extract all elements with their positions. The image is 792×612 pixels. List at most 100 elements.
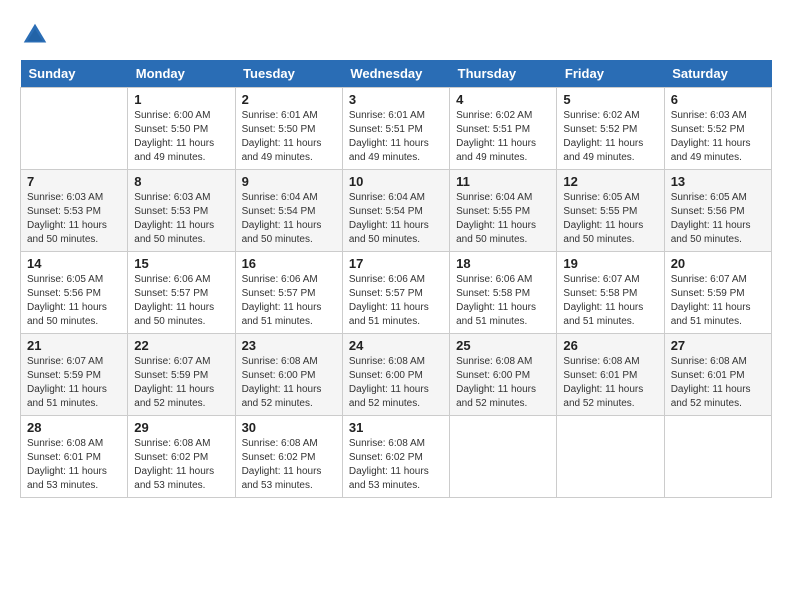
calendar-cell [21, 88, 128, 170]
day-info: Sunrise: 6:04 AMSunset: 5:54 PMDaylight:… [349, 191, 443, 247]
day-number: 23 [242, 338, 336, 353]
week-row-1: 1 Sunrise: 6:00 AMSunset: 5:50 PMDaylight… [21, 88, 772, 170]
calendar-cell: 6 Sunrise: 6:03 AMSunset: 5:52 PMDaylight… [664, 88, 771, 170]
day-info: Sunrise: 6:08 AMSunset: 6:00 PMDaylight:… [349, 355, 443, 411]
day-number: 21 [27, 338, 121, 353]
day-info: Sunrise: 6:08 AMSunset: 6:00 PMDaylight:… [456, 355, 550, 411]
calendar-cell: 24 Sunrise: 6:08 AMSunset: 6:00 PMDayligh… [342, 334, 449, 416]
header-saturday: Saturday [664, 60, 771, 88]
calendar-cell: 19 Sunrise: 6:07 AMSunset: 5:58 PMDayligh… [557, 252, 664, 334]
day-info: Sunrise: 6:01 AMSunset: 5:51 PMDaylight:… [349, 109, 443, 165]
header-tuesday: Tuesday [235, 60, 342, 88]
header-thursday: Thursday [450, 60, 557, 88]
calendar-cell: 4 Sunrise: 6:02 AMSunset: 5:51 PMDaylight… [450, 88, 557, 170]
day-info: Sunrise: 6:03 AMSunset: 5:53 PMDaylight:… [134, 191, 228, 247]
day-number: 26 [563, 338, 657, 353]
calendar-cell: 9 Sunrise: 6:04 AMSunset: 5:54 PMDaylight… [235, 170, 342, 252]
day-number: 15 [134, 256, 228, 271]
day-number: 1 [134, 92, 228, 107]
calendar-cell: 30 Sunrise: 6:08 AMSunset: 6:02 PMDayligh… [235, 416, 342, 498]
logo [20, 20, 54, 50]
day-info: Sunrise: 6:07 AMSunset: 5:59 PMDaylight:… [27, 355, 121, 411]
calendar-cell: 11 Sunrise: 6:04 AMSunset: 5:55 PMDayligh… [450, 170, 557, 252]
day-info: Sunrise: 6:04 AMSunset: 5:55 PMDaylight:… [456, 191, 550, 247]
day-number: 11 [456, 174, 550, 189]
calendar-cell: 1 Sunrise: 6:00 AMSunset: 5:50 PMDaylight… [128, 88, 235, 170]
day-number: 17 [349, 256, 443, 271]
calendar-cell: 13 Sunrise: 6:05 AMSunset: 5:56 PMDayligh… [664, 170, 771, 252]
calendar-cell [557, 416, 664, 498]
day-info: Sunrise: 6:07 AMSunset: 5:59 PMDaylight:… [134, 355, 228, 411]
day-info: Sunrise: 6:04 AMSunset: 5:54 PMDaylight:… [242, 191, 336, 247]
calendar-cell [450, 416, 557, 498]
calendar-table: SundayMondayTuesdayWednesdayThursdayFrid… [20, 60, 772, 498]
day-number: 25 [456, 338, 550, 353]
day-info: Sunrise: 6:03 AMSunset: 5:52 PMDaylight:… [671, 109, 765, 165]
day-number: 12 [563, 174, 657, 189]
header-friday: Friday [557, 60, 664, 88]
calendar-cell: 21 Sunrise: 6:07 AMSunset: 5:59 PMDayligh… [21, 334, 128, 416]
calendar-cell: 28 Sunrise: 6:08 AMSunset: 6:01 PMDayligh… [21, 416, 128, 498]
day-number: 7 [27, 174, 121, 189]
calendar-cell: 7 Sunrise: 6:03 AMSunset: 5:53 PMDaylight… [21, 170, 128, 252]
day-number: 6 [671, 92, 765, 107]
day-info: Sunrise: 6:07 AMSunset: 5:58 PMDaylight:… [563, 273, 657, 329]
day-number: 30 [242, 420, 336, 435]
calendar-cell: 23 Sunrise: 6:08 AMSunset: 6:00 PMDayligh… [235, 334, 342, 416]
day-number: 5 [563, 92, 657, 107]
week-row-3: 14 Sunrise: 6:05 AMSunset: 5:56 PMDayligh… [21, 252, 772, 334]
calendar-cell: 29 Sunrise: 6:08 AMSunset: 6:02 PMDayligh… [128, 416, 235, 498]
day-info: Sunrise: 6:02 AMSunset: 5:51 PMDaylight:… [456, 109, 550, 165]
day-number: 13 [671, 174, 765, 189]
day-number: 27 [671, 338, 765, 353]
calendar-cell: 3 Sunrise: 6:01 AMSunset: 5:51 PMDaylight… [342, 88, 449, 170]
day-number: 8 [134, 174, 228, 189]
calendar-cell: 22Sunrise: 6:07 AMSunset: 5:59 PMDayligh… [128, 334, 235, 416]
calendar-cell: 8 Sunrise: 6:03 AMSunset: 5:53 PMDaylight… [128, 170, 235, 252]
week-row-5: 28 Sunrise: 6:08 AMSunset: 6:01 PMDayligh… [21, 416, 772, 498]
calendar-cell: 25 Sunrise: 6:08 AMSunset: 6:00 PMDayligh… [450, 334, 557, 416]
day-number: 24 [349, 338, 443, 353]
calendar-cell: 14 Sunrise: 6:05 AMSunset: 5:56 PMDayligh… [21, 252, 128, 334]
day-number: 3 [349, 92, 443, 107]
day-info: Sunrise: 6:08 AMSunset: 6:00 PMDaylight:… [242, 355, 336, 411]
calendar-cell: 31 Sunrise: 6:08 AMSunset: 6:02 PMDayligh… [342, 416, 449, 498]
calendar-cell: 18Sunrise: 6:06 AMSunset: 5:58 PMDayligh… [450, 252, 557, 334]
day-info: Sunrise: 6:05 AMSunset: 5:55 PMDaylight:… [563, 191, 657, 247]
day-number: 19 [563, 256, 657, 271]
day-number: 20 [671, 256, 765, 271]
day-info: Sunrise: 6:08 AMSunset: 6:01 PMDaylight:… [27, 437, 121, 493]
calendar-cell: 16 Sunrise: 6:06 AMSunset: 5:57 PMDayligh… [235, 252, 342, 334]
header-sunday: Sunday [21, 60, 128, 88]
week-row-4: 21 Sunrise: 6:07 AMSunset: 5:59 PMDayligh… [21, 334, 772, 416]
calendar-cell: 5 Sunrise: 6:02 AMSunset: 5:52 PMDaylight… [557, 88, 664, 170]
day-info: Sunrise: 6:07 AMSunset: 5:59 PMDaylight:… [671, 273, 765, 329]
day-number: 18 [456, 256, 550, 271]
day-info: Sunrise: 6:03 AMSunset: 5:53 PMDaylight:… [27, 191, 121, 247]
day-info: Sunrise: 6:05 AMSunset: 5:56 PMDaylight:… [27, 273, 121, 329]
day-number: 2 [242, 92, 336, 107]
day-info: Sunrise: 6:02 AMSunset: 5:52 PMDaylight:… [563, 109, 657, 165]
day-number: 10 [349, 174, 443, 189]
calendar-cell: 10 Sunrise: 6:04 AMSunset: 5:54 PMDayligh… [342, 170, 449, 252]
calendar-cell: 17 Sunrise: 6:06 AMSunset: 5:57 PMDayligh… [342, 252, 449, 334]
day-info: Sunrise: 6:06 AMSunset: 5:57 PMDaylight:… [134, 273, 228, 329]
calendar-cell: 2Sunrise: 6:01 AMSunset: 5:50 PMDaylight… [235, 88, 342, 170]
day-number: 9 [242, 174, 336, 189]
day-number: 31 [349, 420, 443, 435]
day-info: Sunrise: 6:08 AMSunset: 6:02 PMDaylight:… [349, 437, 443, 493]
day-number: 28 [27, 420, 121, 435]
day-info: Sunrise: 6:08 AMSunset: 6:02 PMDaylight:… [242, 437, 336, 493]
page-header [20, 20, 772, 50]
day-number: 29 [134, 420, 228, 435]
day-number: 16 [242, 256, 336, 271]
day-info: Sunrise: 6:06 AMSunset: 5:57 PMDaylight:… [242, 273, 336, 329]
day-info: Sunrise: 6:05 AMSunset: 5:56 PMDaylight:… [671, 191, 765, 247]
day-info: Sunrise: 6:00 AMSunset: 5:50 PMDaylight:… [134, 109, 228, 165]
header-row: SundayMondayTuesdayWednesdayThursdayFrid… [21, 60, 772, 88]
day-info: Sunrise: 6:08 AMSunset: 6:02 PMDaylight:… [134, 437, 228, 493]
day-info: Sunrise: 6:06 AMSunset: 5:57 PMDaylight:… [349, 273, 443, 329]
day-number: 14 [27, 256, 121, 271]
calendar-cell: 26Sunrise: 6:08 AMSunset: 6:01 PMDayligh… [557, 334, 664, 416]
day-number: 4 [456, 92, 550, 107]
